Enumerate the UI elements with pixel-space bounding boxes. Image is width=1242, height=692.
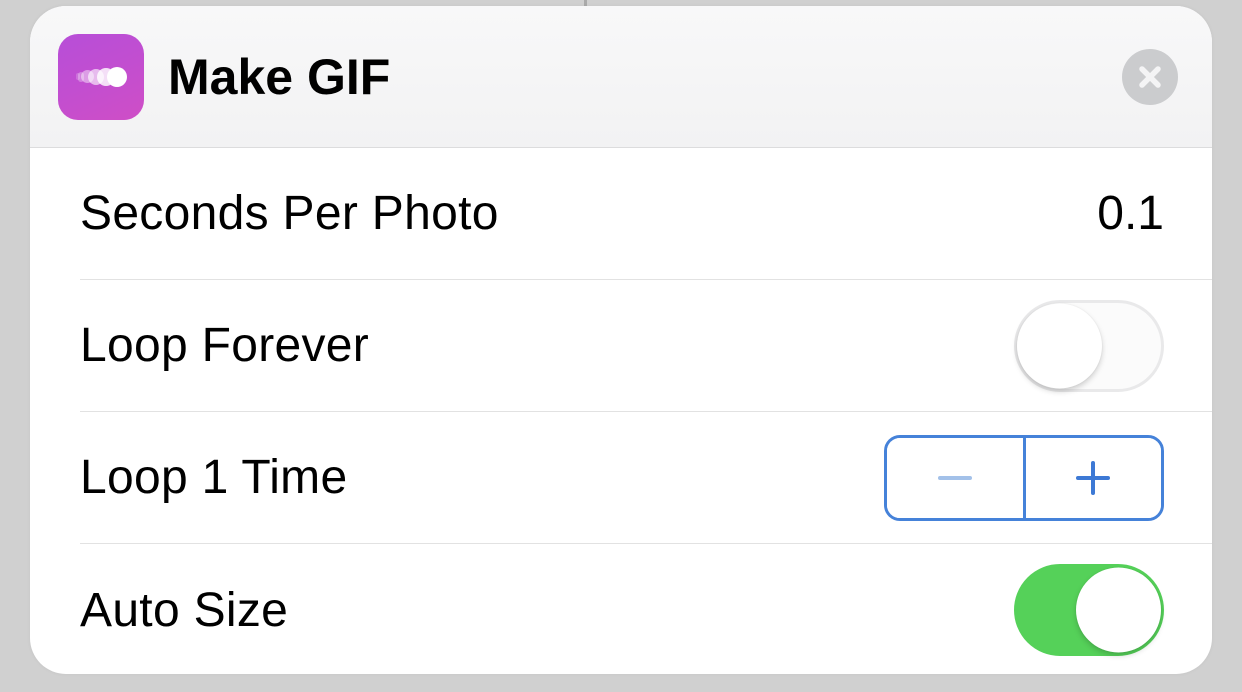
card-title: Make GIF: [168, 48, 390, 106]
make-gif-card: Make GIF Seconds Per Photo 0.1 Loop Fore…: [30, 6, 1212, 674]
auto-size-label: Auto Size: [80, 583, 288, 638]
motion-trail-icon: [76, 67, 127, 87]
close-icon: [1135, 62, 1165, 92]
settings-list: Seconds Per Photo 0.1 Loop Forever Loop …: [30, 148, 1212, 674]
loop-forever-toggle[interactable]: [1014, 300, 1164, 392]
auto-size-toggle[interactable]: [1014, 564, 1164, 656]
seconds-per-photo-value: 0.1: [1097, 186, 1164, 241]
loop-times-stepper: [884, 435, 1164, 521]
make-gif-icon: [58, 34, 144, 120]
card-header: Make GIF: [30, 6, 1212, 148]
stepper-decrement-button[interactable]: [887, 438, 1026, 518]
loop-times-row: Loop 1 Time: [80, 412, 1212, 544]
auto-size-row: Auto Size: [80, 544, 1212, 674]
minus-icon: [934, 457, 976, 499]
seconds-per-photo-row[interactable]: Seconds Per Photo 0.1: [80, 148, 1212, 280]
loop-times-label: Loop 1 Time: [80, 450, 347, 505]
loop-forever-label: Loop Forever: [80, 318, 369, 373]
toggle-knob: [1017, 303, 1102, 388]
toggle-knob: [1076, 568, 1161, 653]
close-button[interactable]: [1122, 49, 1178, 105]
stepper-increment-button[interactable]: [1026, 438, 1162, 518]
loop-forever-row: Loop Forever: [80, 280, 1212, 412]
seconds-per-photo-label: Seconds Per Photo: [80, 186, 499, 241]
plus-icon: [1072, 457, 1114, 499]
